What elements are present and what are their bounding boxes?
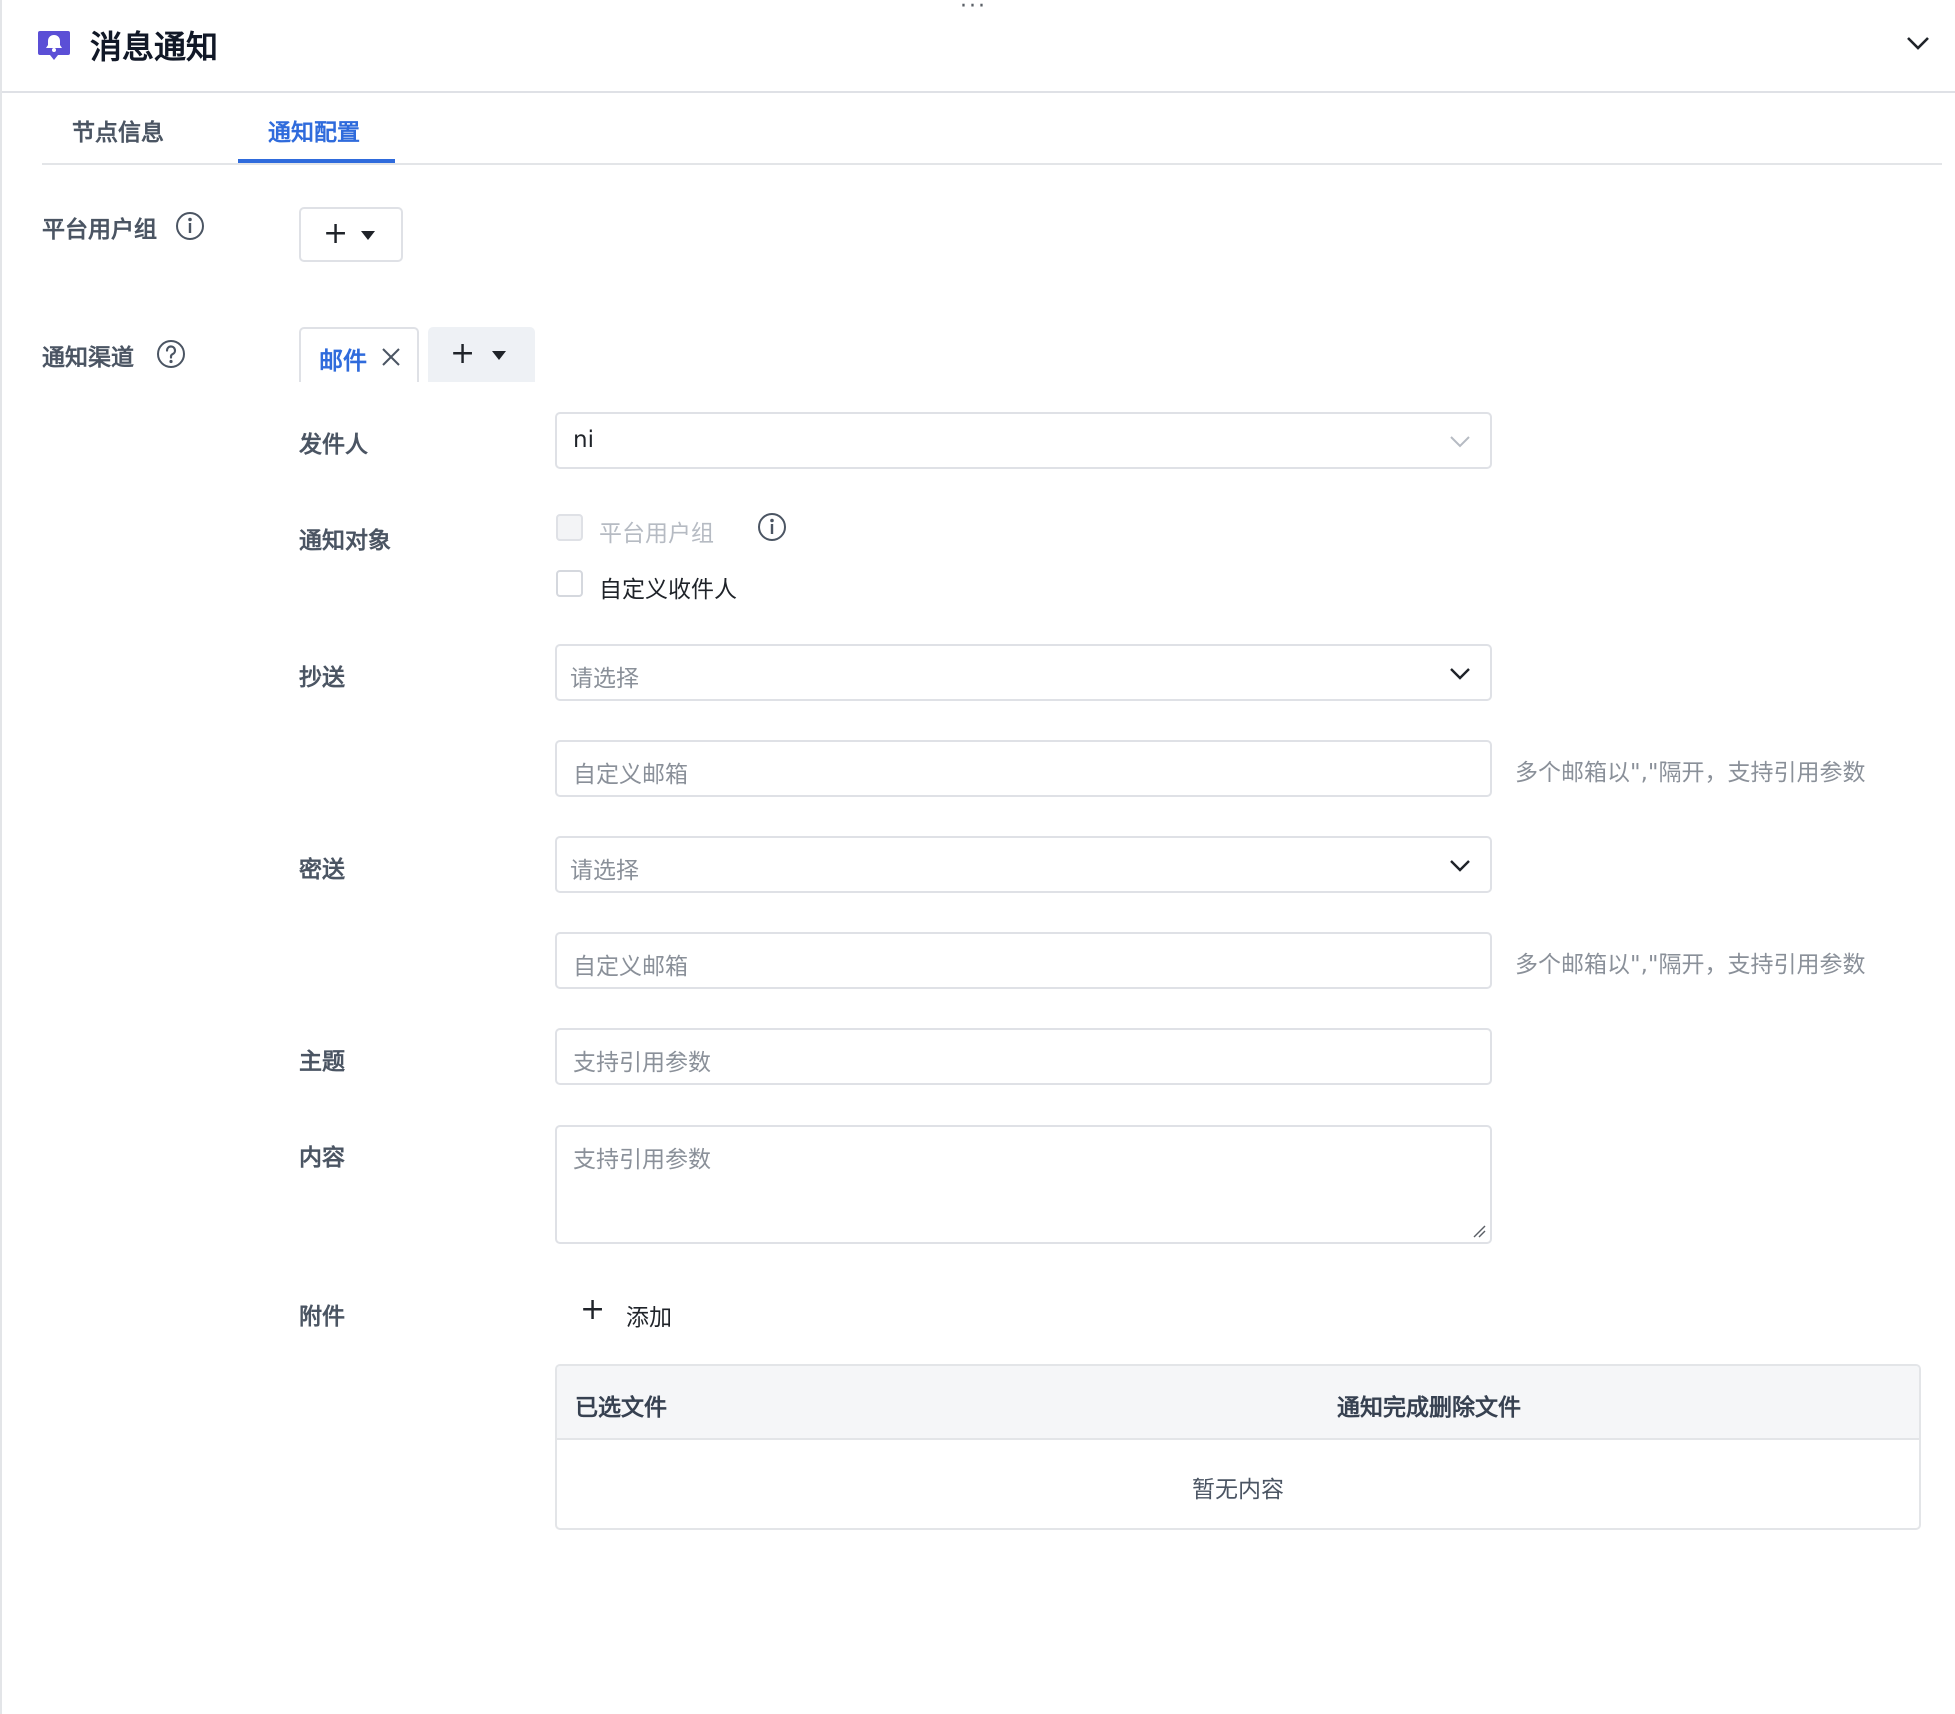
bcc-custom-email-input[interactable]: 自定义邮箱 (555, 932, 1492, 989)
chevron-down-icon (1450, 436, 1470, 448)
tab-node-info[interactable]: 节点信息 (72, 113, 164, 147)
content-label: 内容 (299, 1145, 345, 1171)
bell-icon (38, 31, 70, 60)
subject-label: 主题 (299, 1049, 345, 1075)
notify-channel-label: 通知渠道 (42, 345, 134, 371)
cc-custom-email-input[interactable]: 自定义邮箱 (555, 740, 1492, 797)
bcc-hint: 多个邮箱以","隔开，支持引用参数 (1515, 952, 1866, 978)
add-user-group-button[interactable]: + (299, 207, 403, 262)
plus-icon: + (580, 1292, 606, 1327)
bcc-label: 密送 (299, 857, 345, 883)
info-icon[interactable] (757, 512, 787, 542)
recipients-label: 通知对象 (299, 528, 391, 554)
custom-recipient-option-label: 自定义收件人 (599, 577, 737, 603)
channel-tab-email[interactable]: 邮件 (299, 327, 419, 382)
platform-user-group-checkbox[interactable] (556, 514, 583, 541)
column-header-delete-after-notify: 通知完成删除文件 (1337, 1395, 1521, 1421)
tab-bar: 节点信息 通知配置 (42, 93, 1942, 165)
add-attachment-label: 添加 (626, 1305, 672, 1331)
active-tab-indicator (238, 159, 395, 163)
content-textarea[interactable]: 支持引用参数 (555, 1125, 1492, 1244)
add-channel-button[interactable]: + (428, 327, 535, 382)
sender-select[interactable]: ni (555, 412, 1492, 469)
info-icon[interactable] (175, 211, 205, 241)
cc-hint: 多个邮箱以","隔开，支持引用参数 (1515, 760, 1866, 786)
table-header: 已选文件 通知完成删除文件 (557, 1366, 1919, 1440)
attachments-table: 已选文件 通知完成删除文件 暂无内容 (555, 1364, 1921, 1530)
custom-recipient-checkbox[interactable] (556, 570, 583, 597)
close-icon[interactable] (379, 345, 403, 369)
chevron-down-icon (1450, 860, 1470, 872)
bcc-select[interactable]: 请选择 (555, 836, 1492, 893)
cc-select[interactable]: 请选择 (555, 644, 1492, 701)
caret-down-icon (492, 351, 506, 360)
resize-handle-icon[interactable] (1472, 1224, 1486, 1238)
chevron-down-icon (1450, 668, 1470, 680)
sender-value: ni (573, 427, 594, 453)
plus-icon: + (323, 216, 349, 251)
sender-label: 发件人 (299, 432, 368, 458)
platform-user-group-label: 平台用户组 (42, 217, 157, 243)
content-placeholder: 支持引用参数 (573, 1147, 711, 1173)
bcc-custom-email-placeholder: 自定义邮箱 (573, 954, 688, 980)
chevron-down-icon[interactable] (1904, 32, 1932, 54)
help-icon[interactable] (156, 339, 186, 369)
page-title: 消息通知 (90, 28, 219, 66)
plus-icon: + (450, 336, 476, 371)
cc-select-placeholder: 请选择 (570, 666, 639, 692)
empty-state: 暂无内容 (1192, 1477, 1284, 1503)
tab-notify-config[interactable]: 通知配置 (268, 113, 360, 147)
column-header-selected-files: 已选文件 (575, 1395, 667, 1421)
platform-user-group-option-label: 平台用户组 (599, 521, 714, 547)
notification-panel: ··· 消息通知 节点信息 通知配置 平台用户组 + 通知渠道 邮件 + 发件人… (0, 0, 1955, 1714)
subject-input[interactable]: 支持引用参数 (555, 1028, 1492, 1085)
caret-down-icon (361, 231, 375, 240)
cc-label: 抄送 (299, 665, 345, 691)
cc-custom-email-placeholder: 自定义邮箱 (573, 762, 688, 788)
channel-tab-label: 邮件 (319, 347, 367, 375)
attachments-label: 附件 (299, 1304, 345, 1330)
panel-header: 消息通知 (2, 0, 1955, 93)
subject-placeholder: 支持引用参数 (573, 1050, 711, 1076)
bcc-select-placeholder: 请选择 (570, 858, 639, 884)
